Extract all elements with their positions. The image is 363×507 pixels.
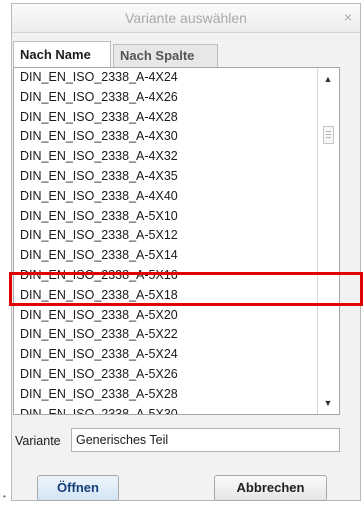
variant-field[interactable]: Generisches Teil: [71, 428, 340, 452]
list-item[interactable]: DIN_EN_ISO_2338_A-5X20: [14, 306, 318, 326]
list-item[interactable]: DIN_EN_ISO_2338_A-4X24: [14, 68, 318, 88]
list-item[interactable]: DIN_EN_ISO_2338_A-4X26: [14, 88, 318, 108]
list-item[interactable]: DIN_EN_ISO_2338_A-5X22: [14, 325, 318, 345]
list-item[interactable]: DIN_EN_ISO_2338_A-5X30: [14, 405, 318, 414]
cancel-button[interactable]: Abbrechen: [214, 475, 327, 501]
scroll-thumb[interactable]: [323, 126, 334, 144]
corner-dot: •: [3, 492, 6, 501]
list-item[interactable]: DIN_EN_ISO_2338_A-5X24: [14, 345, 318, 365]
grip-line: [326, 134, 331, 135]
list-item[interactable]: DIN_EN_ISO_2338_A-4X35: [14, 167, 318, 187]
tab-nach-spalte[interactable]: Nach Spalte: [113, 44, 218, 67]
list-item[interactable]: DIN_EN_ISO_2338_A-4X32: [14, 147, 318, 167]
list-item[interactable]: DIN_EN_ISO_2338_A-4X28: [14, 108, 318, 128]
list-scrollbar[interactable]: ▲ ▼: [317, 68, 339, 414]
variant-list[interactable]: DIN_EN_ISO_2338_A-4X24 DIN_EN_ISO_2338_A…: [14, 68, 318, 414]
close-icon[interactable]: ×: [344, 9, 352, 25]
scroll-down-icon[interactable]: ▼: [321, 396, 335, 410]
list-item[interactable]: DIN_EN_ISO_2338_A-4X40: [14, 187, 318, 207]
grip-line: [326, 131, 331, 132]
list-item[interactable]: DIN_EN_ISO_2338_A-5X16: [14, 266, 318, 286]
list-item[interactable]: DIN_EN_ISO_2338_A-5X14: [14, 246, 318, 266]
list-item[interactable]: DIN_EN_ISO_2338_A-5X12: [14, 226, 318, 246]
tab-nach-name[interactable]: Nach Name: [13, 41, 111, 67]
list-item[interactable]: DIN_EN_ISO_2338_A-5X10: [14, 207, 318, 227]
open-button[interactable]: Öffnen: [37, 475, 119, 501]
list-item[interactable]: DIN_EN_ISO_2338_A-5X26: [14, 365, 318, 385]
dialog-title: Variante auswählen: [125, 10, 247, 26]
list-item-highlighted[interactable]: DIN_EN_ISO_2338_A-5X18: [14, 286, 318, 306]
variant-list-frame: DIN_EN_ISO_2338_A-4X24 DIN_EN_ISO_2338_A…: [13, 67, 340, 415]
scroll-up-icon[interactable]: ▲: [321, 72, 335, 86]
variant-label: Variante: [15, 434, 61, 448]
title-bar: Variante auswählen ×: [12, 4, 360, 33]
list-item[interactable]: DIN_EN_ISO_2338_A-5X28: [14, 385, 318, 405]
grip-line: [326, 137, 331, 138]
list-item[interactable]: DIN_EN_ISO_2338_A-4X30: [14, 127, 318, 147]
